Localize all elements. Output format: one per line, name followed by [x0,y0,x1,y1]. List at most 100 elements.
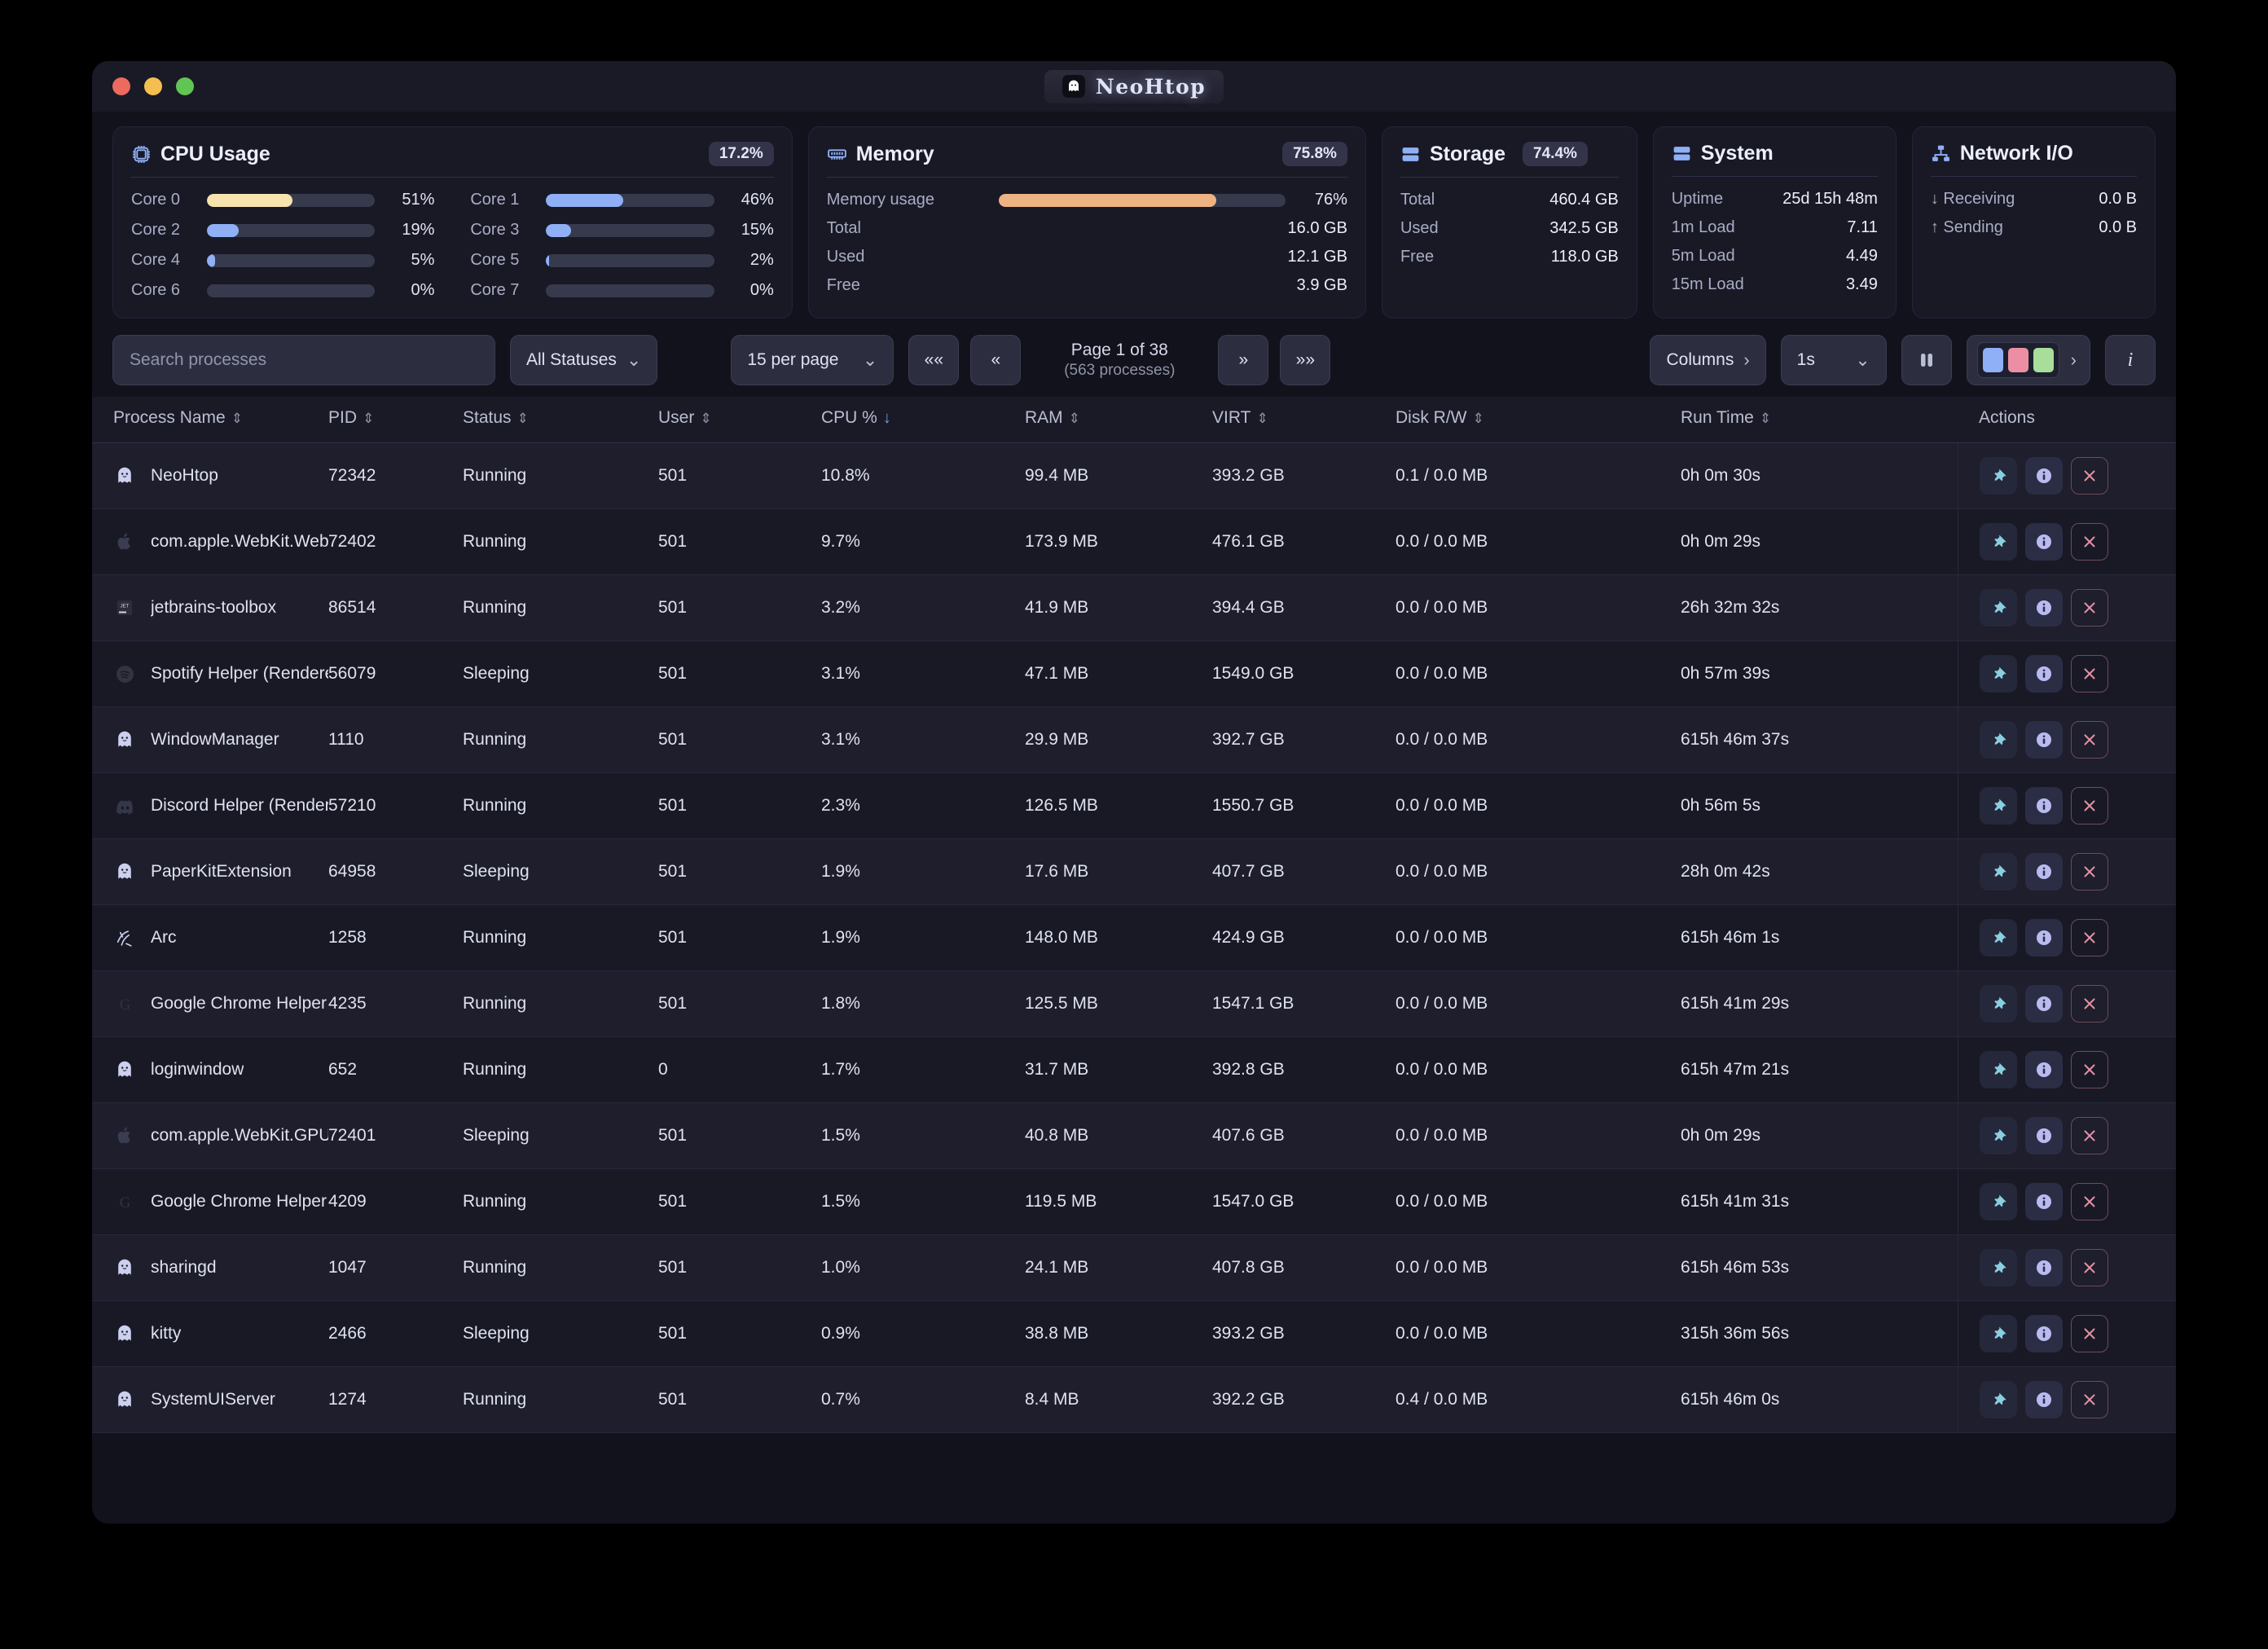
theme-picker[interactable]: › [1966,335,2090,385]
info-icon[interactable] [2024,1381,2063,1418]
memory-free-label: Free [826,276,860,294]
table-row[interactable]: JET jetbrains-toolbox 86514 Running 501 3.2% 4… [92,574,2176,641]
info-icon[interactable] [2024,721,2063,759]
column-header-ram[interactable]: RAM ⇕ [1025,397,1212,443]
close-x-icon[interactable] [2070,1117,2108,1154]
process-name-text: Spotify Helper (Renderer) [151,664,328,683]
close-x-icon[interactable] [2070,523,2108,561]
column-header-process-name[interactable]: Process Name ⇕ [92,397,328,443]
column-header-status[interactable]: Status ⇕ [463,397,658,443]
info-icon[interactable] [2024,1315,2063,1352]
pin-icon[interactable] [1979,787,2017,824]
theme-swatch-blue[interactable] [1982,348,2003,372]
status-filter-dropdown[interactable]: All Statuses ⌄ [510,335,658,385]
cell-user: 501 [658,838,821,905]
info-icon[interactable] [2024,985,2063,1022]
close-x-icon[interactable] [2070,721,2108,759]
table-row[interactable]: WindowManager 1110 Running 501 3.1% 29.9 MB 39… [92,706,2176,773]
table-row[interactable]: com.apple.WebKit.GPU 72401 Sleeping 501 1.5%… [92,1102,2176,1169]
column-header-runtime[interactable]: Run Time ⇕ [1681,397,1958,443]
close-x-icon[interactable] [2070,919,2108,956]
columns-button[interactable]: Columns › [1650,335,1766,385]
info-icon[interactable] [2024,1051,2063,1088]
table-row[interactable]: GGoogle Chrome Helper (Re4235Running5011… [92,970,2176,1037]
pin-icon[interactable] [1979,1315,2017,1352]
pin-icon[interactable] [1979,523,2017,561]
close-x-icon[interactable] [2070,787,2108,824]
table-row[interactable]: Discord Helper (Renderer)57210Running501… [92,772,2176,839]
close-x-icon[interactable] [2070,1183,2108,1220]
close-x-icon[interactable] [2070,655,2108,693]
info-icon[interactable] [2024,457,2063,495]
prev-page-button[interactable]: « [970,335,1022,385]
close-x-icon[interactable] [2070,589,2108,627]
info-icon[interactable] [2024,1183,2063,1220]
close-x-icon[interactable] [2070,853,2108,890]
pin-icon[interactable] [1979,919,2017,956]
info-icon[interactable] [2024,919,2063,956]
theme-swatches[interactable] [1976,342,2059,378]
close-window-button[interactable] [112,77,130,95]
info-icon[interactable] [2024,655,2063,693]
theme-swatch-green[interactable] [2033,348,2054,372]
table-row[interactable]: SystemUIServer 1274 Running 501 0.7% 8.4 MB 39… [92,1366,2176,1433]
pin-icon[interactable] [1979,1183,2017,1220]
table-row[interactable]: NeoHtop 72342 Running 501 10.8% 99.4 MB 393.2 … [92,442,2176,509]
last-page-button[interactable]: »» [1280,335,1331,385]
table-row[interactable]: kitty 2466 Sleeping 501 0.9% 38.8 MB 393.2 GB 0… [92,1300,2176,1367]
column-header-virt[interactable]: VIRT ⇕ [1212,397,1396,443]
core-label: Core 6 [131,281,181,299]
column-header-cpu[interactable]: CPU % ↓ [821,397,1025,443]
search-input[interactable] [112,335,495,385]
pin-icon[interactable] [1979,985,2017,1022]
pause-button[interactable] [1901,335,1952,385]
pin-icon[interactable] [1979,1051,2017,1088]
info-icon[interactable] [2024,589,2063,627]
column-header-pid[interactable]: PID ⇕ [328,397,463,443]
prev-page-label: « [991,350,1001,369]
pin-icon[interactable] [1979,1381,2017,1418]
info-icon[interactable] [2024,1117,2063,1154]
minimize-window-button[interactable] [144,77,162,95]
table-row[interactable]: PaperKitExtension 64958 Sleeping 501 1.9% 17.… [92,838,2176,905]
column-header-disk[interactable]: Disk R/W ⇕ [1396,397,1681,443]
pin-icon[interactable] [1979,1249,2017,1286]
pin-icon[interactable] [1979,721,2017,759]
close-x-icon[interactable] [2070,1381,2108,1418]
first-page-button[interactable]: «« [908,335,960,385]
pin-icon[interactable] [1979,589,2017,627]
table-row[interactable]: GGoogle Chrome Helper (Re4209Running5011… [92,1168,2176,1235]
table-row[interactable]: Spotify Helper (Renderer) 56079 Sleeping 50… [92,640,2176,707]
next-page-button[interactable]: » [1218,335,1269,385]
pin-icon[interactable] [1979,655,2017,693]
pin-icon[interactable] [1979,1117,2017,1154]
info-icon[interactable] [2024,1249,2063,1286]
close-x-icon[interactable] [2070,985,2108,1022]
table-row[interactable]: Arc 1258 Running 501 1.9% 148.0 MB 424.9 GB 0.0… [92,904,2176,971]
process-name-text: Discord Helper (Renderer) [151,796,328,815]
close-x-icon[interactable] [2070,457,2108,495]
column-header-user[interactable]: User ⇕ [658,397,821,443]
cpu-core-row: Core 7 0% [470,281,773,300]
info-icon[interactable] [2024,853,2063,890]
per-page-dropdown[interactable]: 15 per page ⌄ [731,335,894,385]
maximize-window-button[interactable] [176,77,194,95]
cell-virt: 392.2 GB [1212,1366,1396,1433]
theme-swatch-pink[interactable] [2007,348,2028,372]
pin-icon[interactable] [1979,853,2017,890]
close-x-icon[interactable] [2070,1315,2108,1352]
process-table-container[interactable]: Process Name ⇕ PID ⇕ Status ⇕ User ⇕ CPU % ↓ … [92,397,2176,1433]
info-icon[interactable] [2024,787,2063,824]
table-row[interactable]: loginwindow 652 Running 0 1.7% 31.7 MB 392.8 G… [92,1036,2176,1103]
close-x-icon[interactable] [2070,1051,2108,1088]
close-x-icon[interactable] [2070,1249,2108,1286]
table-row[interactable]: sharingd 1047 Running 501 1.0% 24.1 MB 407.8 G… [92,1234,2176,1301]
refresh-interval-dropdown[interactable]: 1s ⌄ [1780,335,1887,385]
network-sending-row: ↑ Sending 0.0 B [1931,218,2137,237]
info-icon[interactable] [2024,523,2063,561]
pin-icon[interactable] [1979,457,2017,495]
cell-actions [1957,838,2176,905]
system-card: System Uptime 25d 15h 48m 1m Load 7.11 5… [1652,126,1897,319]
table-row[interactable]: com.apple.WebKit.WebCo72402Running5019.7… [92,508,2176,575]
info-button[interactable]: i [2105,335,2156,385]
